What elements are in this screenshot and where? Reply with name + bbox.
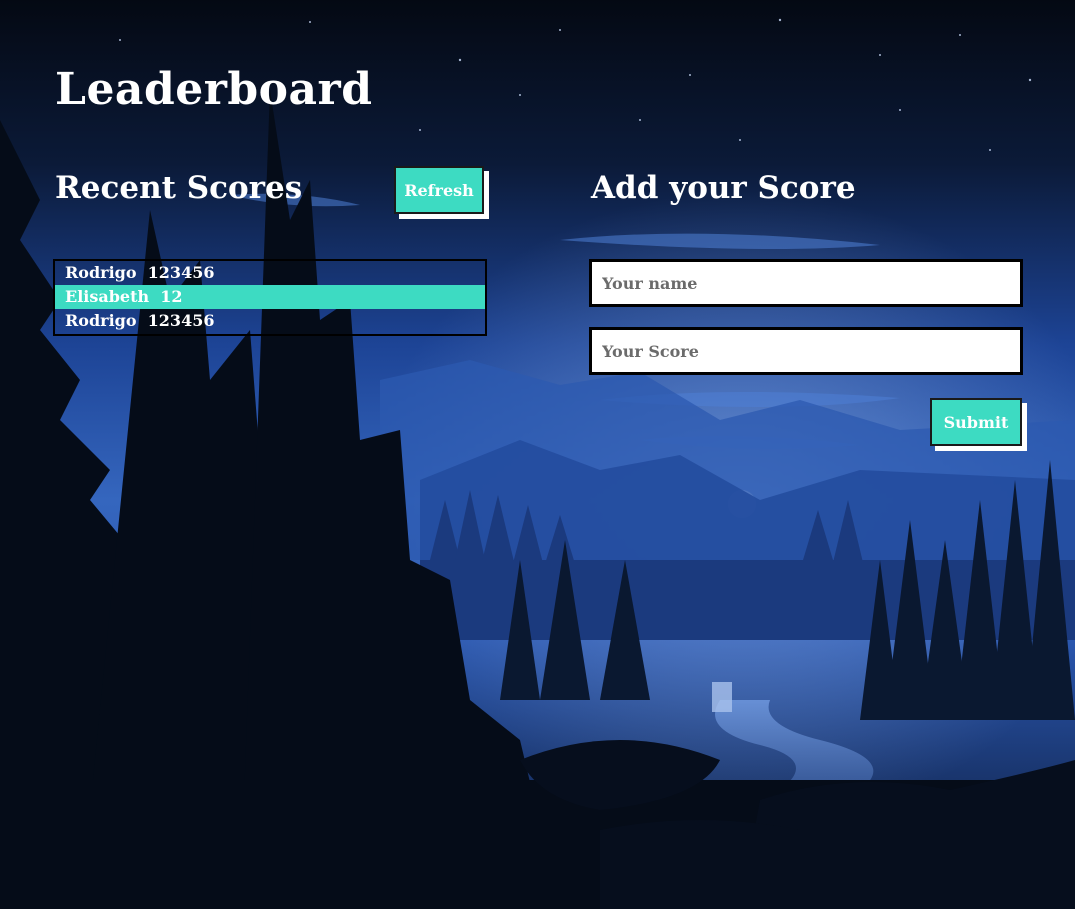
submit-button[interactable]: Submit [930, 398, 1022, 446]
recent-scores-title: Recent Scores [55, 170, 303, 206]
background-scene [0, 0, 1075, 909]
name-input[interactable] [589, 259, 1023, 307]
add-score-title: Add your Score [591, 170, 856, 206]
score-row: Elisabeth 12 [55, 285, 485, 309]
page-title: Leaderboard [55, 64, 373, 115]
refresh-button[interactable]: Refresh [394, 166, 484, 214]
score-row: Rodrigo 123456 [65, 263, 215, 282]
scores-list: Rodrigo 123456 Elisabeth 12 Rodrigo 1234… [53, 259, 487, 336]
score-input[interactable] [589, 327, 1023, 375]
score-row: Rodrigo 123456 [65, 311, 215, 330]
night-forest-illustration [0, 0, 1075, 909]
